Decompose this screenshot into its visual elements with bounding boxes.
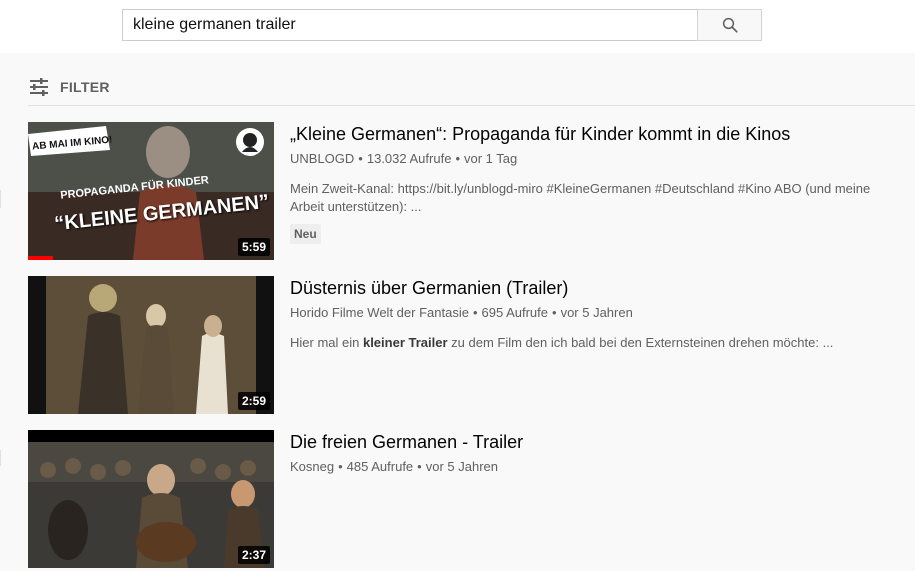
video-result[interactable]: 2:37 Die freien Germanen - Trailer Kosne… (28, 430, 908, 570)
filter-sliders-icon (30, 78, 48, 96)
view-count: 13.032 Aufrufe (366, 151, 452, 166)
video-description: Hier mal ein kleiner Trailer zu dem Film… (290, 334, 880, 352)
duration-badge: 2:59 (237, 392, 270, 410)
video-result[interactable]: AB MAI IM KINO! PROPAGANDA FÜR KINDER “K… (28, 122, 908, 262)
new-badge: Neu (290, 224, 321, 244)
video-meta: UNBLOGD • 13.032 Aufrufe • vor 1 Tag (290, 151, 518, 166)
left-border (0, 190, 1, 208)
filter-divider (28, 105, 915, 106)
search-input[interactable]: kleine germanen trailer (122, 9, 698, 41)
video-thumbnail[interactable]: AB MAI IM KINO! PROPAGANDA FÜR KINDER “K… (28, 122, 274, 260)
video-description: Mein Zweit-Kanal: https://bit.ly/unblogd… (290, 181, 871, 214)
left-border-lower (0, 450, 1, 466)
description-suffix: zu dem Film den ich bald bei den Externs… (447, 335, 834, 350)
video-title[interactable]: Düsternis über Germanien (Trailer) (290, 276, 890, 300)
upload-age: vor 5 Jahren (425, 459, 498, 474)
search-icon (722, 17, 738, 33)
video-meta: Kosneg • 485 Aufrufe • vor 5 Jahren (290, 459, 498, 474)
duration-badge: 5:59 (237, 238, 270, 256)
view-count: 485 Aufrufe (346, 459, 414, 474)
description-highlight: kleiner Trailer (362, 335, 448, 350)
channel-name[interactable]: UNBLOGD (290, 151, 354, 166)
channel-name[interactable]: Kosneg (290, 459, 334, 474)
video-thumbnail[interactable]: 2:59 (28, 276, 274, 414)
search-button[interactable] (697, 9, 762, 41)
channel-name[interactable]: Horido Filme Welt der Fantasie (290, 305, 469, 320)
upload-age: vor 5 Jahren (560, 305, 633, 320)
duration-badge: 2:37 (237, 546, 270, 564)
video-title[interactable]: Die freien Germanen - Trailer (290, 430, 890, 454)
video-meta: Horido Filme Welt der Fantasie • 695 Aufru… (290, 305, 633, 320)
masthead: kleine germanen trailer (0, 0, 915, 53)
watch-progress-bar (28, 256, 53, 260)
upload-age: vor 1 Tag (464, 151, 518, 166)
search-query: kleine germanen trailer (133, 16, 296, 33)
video-thumbnail[interactable]: 2:37 (28, 430, 274, 568)
video-title[interactable]: „Kleine Germanen“: Propaganda für Kinder… (290, 122, 890, 146)
filter-toggle[interactable]: FILTER (28, 74, 110, 100)
view-count: 695 Aufrufe (481, 305, 549, 320)
description-prefix: Hier mal ein (290, 335, 363, 350)
video-result[interactable]: 2:59 Düsternis über Germanien (Trailer) … (28, 276, 908, 416)
filter-label: FILTER (60, 79, 110, 95)
